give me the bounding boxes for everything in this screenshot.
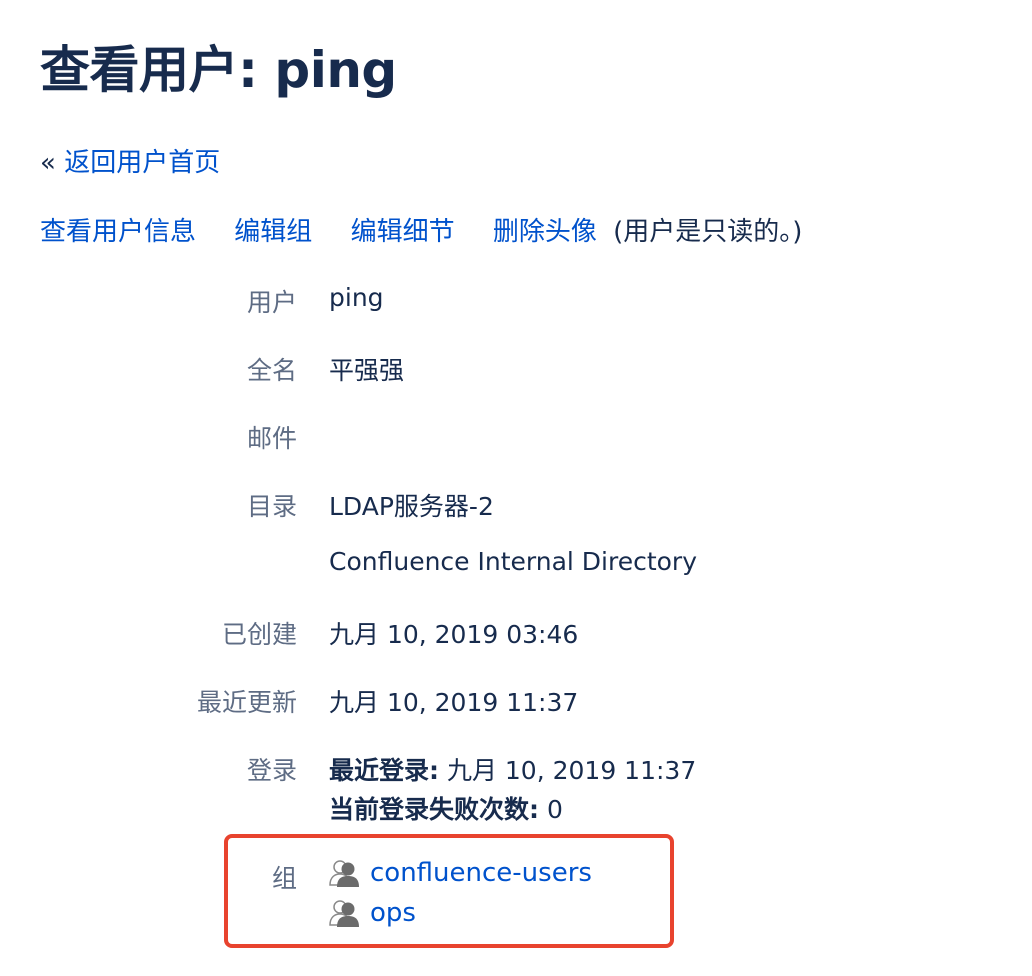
readonly-note: (用户是只读的。) <box>613 217 803 247</box>
email-label: 邮件 <box>246 424 297 453</box>
fullname-label: 全名 <box>246 356 297 385</box>
directory-label: 目录 <box>246 492 297 521</box>
failed-login-label: 当前登录失败次数: <box>329 795 539 824</box>
login-label: 登录 <box>246 756 297 785</box>
remove-avatar-link[interactable]: 删除头像 <box>493 217 597 247</box>
updated-label: 最近更新 <box>196 688 297 717</box>
username-label: 用户 <box>246 288 297 317</box>
view-user-info-link[interactable]: 查看用户信息 <box>40 217 196 247</box>
back-to-users-link[interactable]: 返回用户首页 <box>64 148 220 178</box>
back-arrow: « <box>40 148 56 178</box>
last-login-row: 最近登录: 九月 10, 2019 11:37 <box>329 751 696 787</box>
edit-groups-link[interactable]: 编辑组 <box>234 217 312 247</box>
username-value: ping <box>329 283 384 312</box>
back-link-row: « 返回用户首页 <box>40 142 220 179</box>
failed-login-value: 0 <box>546 795 563 824</box>
page-title: 查看用户: ping <box>40 41 397 99</box>
user-actions: 查看用户信息 编辑组 编辑细节 删除头像 (用户是只读的。) <box>40 211 802 248</box>
last-login-label: 最近登录: <box>329 756 439 785</box>
fullname-value: 平强强 <box>329 356 405 385</box>
last-login-value: 九月 10, 2019 11:37 <box>446 756 697 785</box>
groups-highlight-box <box>224 834 674 948</box>
created-value: 九月 10, 2019 03:46 <box>329 620 579 649</box>
failed-login-row: 当前登录失败次数: 0 <box>329 790 563 826</box>
directory-value-2: Confluence Internal Directory <box>329 547 698 576</box>
updated-value: 九月 10, 2019 11:37 <box>329 688 579 717</box>
created-label: 已创建 <box>221 620 297 649</box>
directory-value-1: LDAP服务器-2 <box>329 492 494 521</box>
edit-details-link[interactable]: 编辑细节 <box>351 217 455 247</box>
